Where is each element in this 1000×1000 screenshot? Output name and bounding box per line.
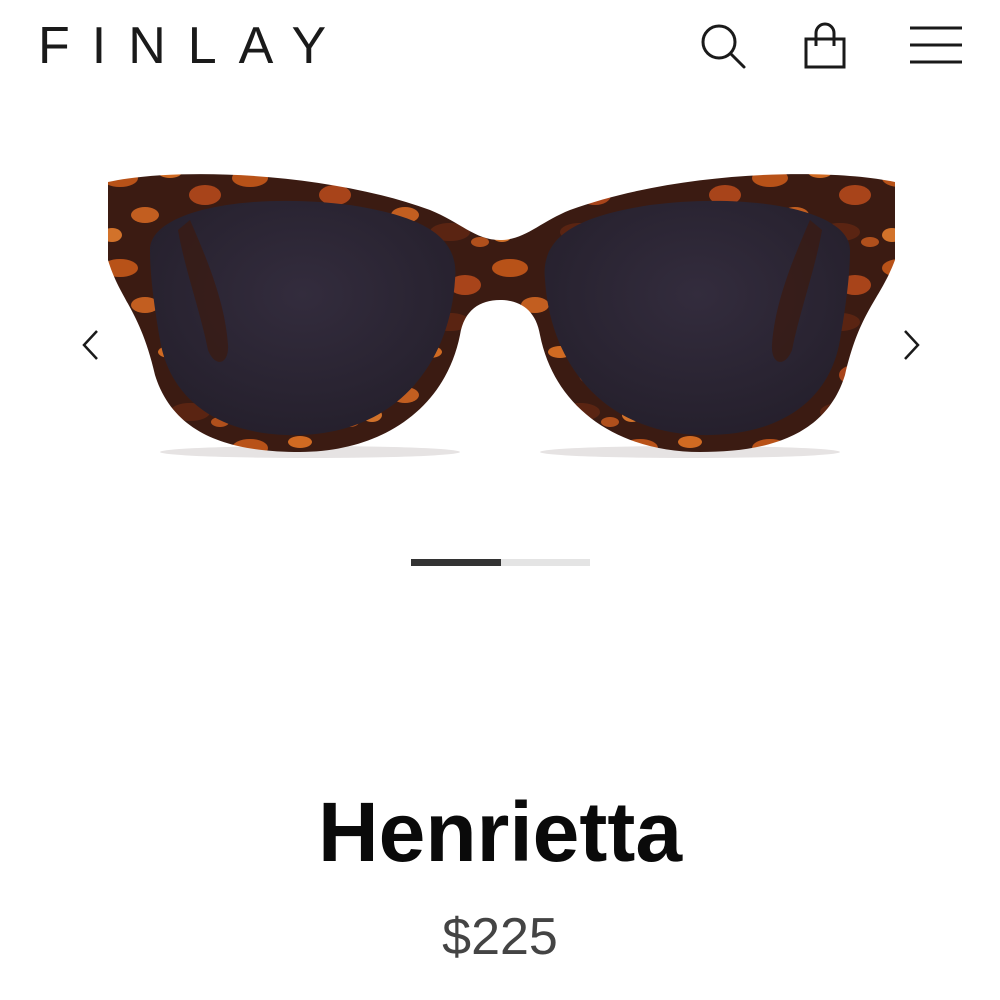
site-header: FINLAY	[0, 0, 1000, 90]
cart-button[interactable]	[797, 18, 853, 74]
product-page: FINLAY Henrietta $225	[0, 0, 1000, 1000]
brand-logo[interactable]: FINLAY	[38, 14, 348, 78]
carousel-next-button[interactable]	[890, 325, 930, 365]
carousel-progress-fill	[411, 559, 501, 566]
chevron-right-icon	[904, 330, 920, 360]
hamburger-menu-icon	[910, 26, 962, 64]
product-image-carousel[interactable]	[0, 130, 1000, 490]
menu-button[interactable]	[906, 18, 962, 74]
sunglasses-product-image	[108, 174, 895, 458]
carousel-progress-bar	[411, 559, 590, 566]
shopping-bag-icon	[804, 22, 846, 69]
search-icon	[701, 24, 746, 69]
search-button[interactable]	[695, 18, 751, 74]
product-title: Henrietta	[317, 785, 683, 880]
product-price: $225	[442, 908, 558, 966]
